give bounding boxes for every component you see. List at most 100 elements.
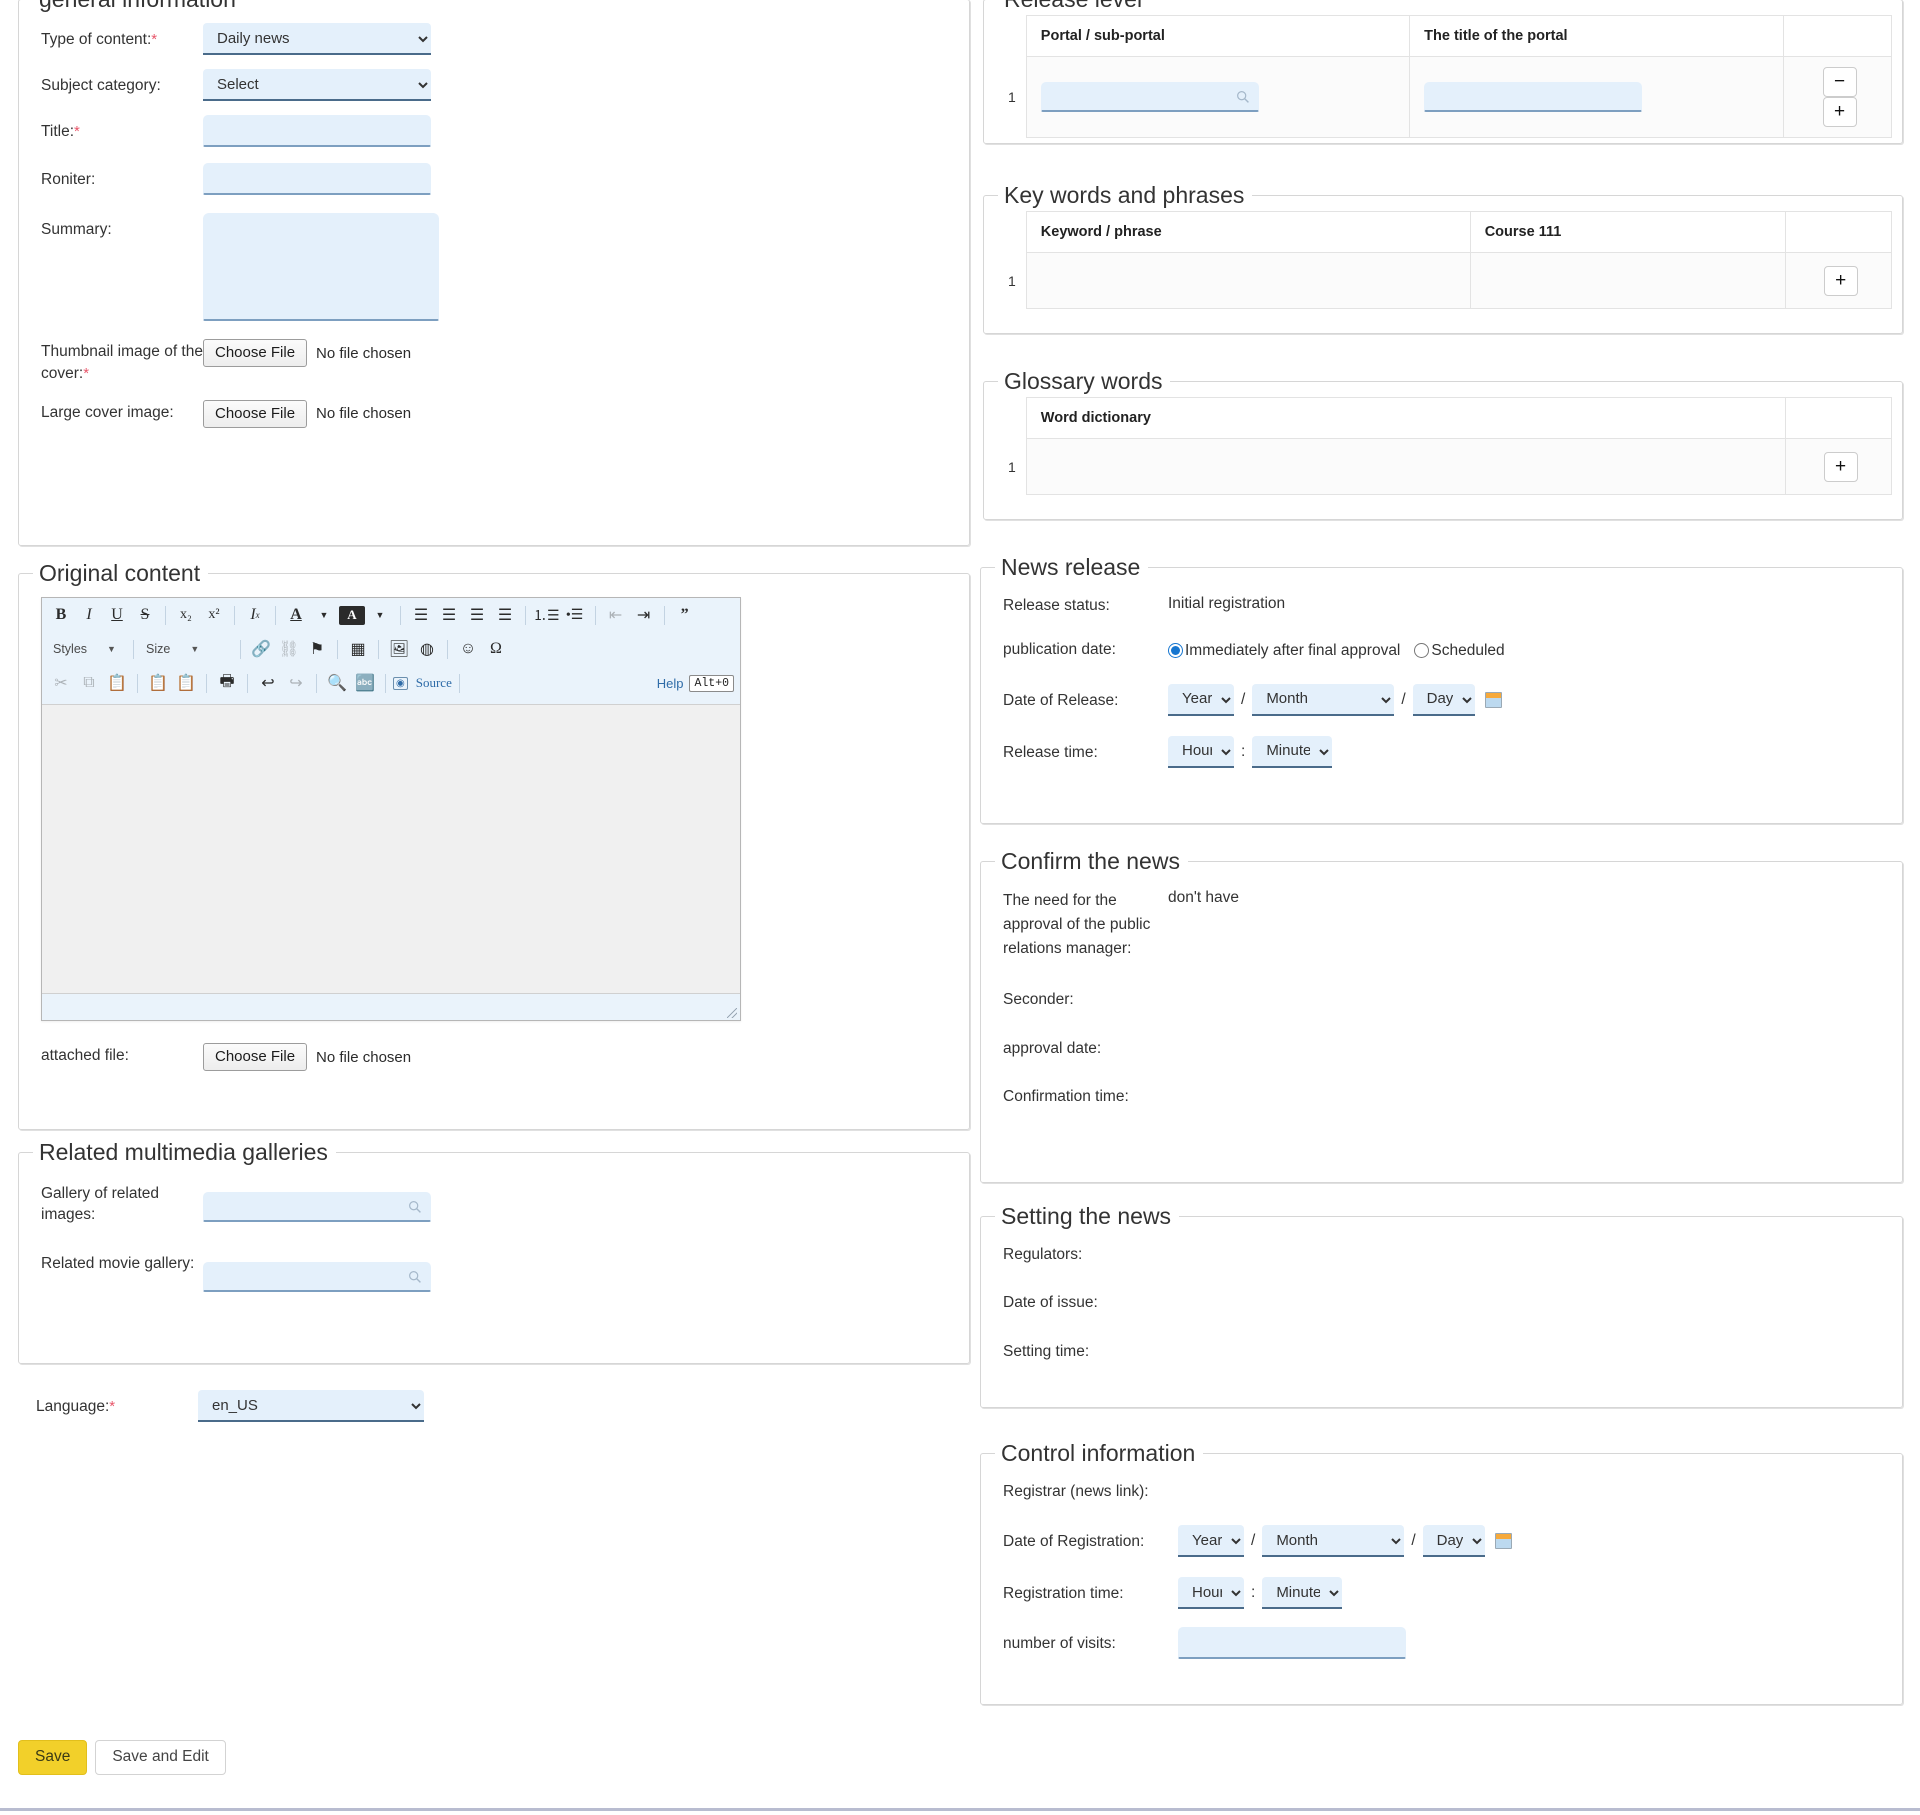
styles-combo[interactable]: Styles ▼ bbox=[48, 637, 120, 661]
bold-icon[interactable]: B bbox=[48, 602, 74, 628]
italic-icon[interactable]: I bbox=[76, 602, 102, 628]
value-number-of-visits bbox=[1178, 1627, 1406, 1660]
label-release-status: Release status: bbox=[1003, 597, 1110, 614]
undo-icon[interactable]: ↩ bbox=[255, 670, 281, 696]
select-subject-category[interactable]: Select bbox=[203, 69, 431, 101]
select-release-minute[interactable]: Minute bbox=[1252, 735, 1333, 768]
select-release-hour[interactable]: Hour bbox=[1168, 735, 1234, 768]
replace-icon[interactable]: 🔤 bbox=[352, 670, 378, 696]
thumbnail-file-status: No file chosen bbox=[316, 344, 412, 362]
size-combo[interactable]: Size ▼ bbox=[141, 637, 227, 661]
input-summary[interactable] bbox=[203, 213, 439, 321]
select-registration-hour[interactable]: Hour bbox=[1178, 1577, 1244, 1610]
blockquote-icon[interactable]: ” bbox=[672, 602, 698, 628]
increase-indent-icon[interactable]: ⇥ bbox=[631, 602, 657, 628]
input-related-movie-gallery[interactable] bbox=[203, 1261, 431, 1292]
search-related-movie-gallery[interactable] bbox=[203, 1261, 431, 1292]
radio-scheduled[interactable] bbox=[1414, 643, 1430, 659]
source-button[interactable]: ◉ Source bbox=[393, 670, 452, 696]
align-right-icon[interactable]: ☰ bbox=[464, 602, 490, 628]
select-registration-year[interactable]: Year bbox=[1178, 1525, 1244, 1558]
add-row-button[interactable]: + bbox=[1823, 265, 1858, 296]
large-cover-choose-file-button[interactable]: Choose File bbox=[203, 399, 308, 428]
label-scheduled[interactable]: Scheduled bbox=[1431, 642, 1504, 660]
cell-actions: − + bbox=[1783, 56, 1892, 138]
chevron-down-icon[interactable]: ▼ bbox=[367, 602, 393, 628]
strikethrough-icon[interactable]: S bbox=[132, 602, 158, 628]
select-release-day[interactable]: Day bbox=[1412, 683, 1475, 716]
decrease-indent-icon[interactable]: ⇤ bbox=[603, 602, 629, 628]
anchor-flag-icon[interactable]: ⚑ bbox=[304, 636, 330, 662]
chevron-down-icon[interactable]: ▼ bbox=[311, 602, 337, 628]
select-registration-day[interactable]: Day bbox=[1422, 1525, 1485, 1558]
background-color-icon[interactable]: A bbox=[339, 605, 365, 625]
paste-as-plain-text-icon[interactable]: 📋 bbox=[145, 670, 171, 696]
select-release-month[interactable]: Month bbox=[1252, 683, 1395, 716]
bulleted-list-icon[interactable]: •☰ bbox=[562, 602, 588, 628]
input-portal-title[interactable] bbox=[1424, 82, 1643, 112]
cell-word-dictionary[interactable] bbox=[1025, 438, 1787, 495]
media-embed-icon[interactable]: ◍ bbox=[414, 636, 440, 662]
align-justify-icon[interactable]: ☰ bbox=[492, 602, 518, 628]
toolbar-separator bbox=[316, 673, 317, 693]
calendar-icon[interactable] bbox=[1494, 1533, 1512, 1550]
save-and-edit-button[interactable]: Save and Edit bbox=[95, 1740, 226, 1775]
calendar-icon[interactable] bbox=[1484, 691, 1502, 708]
save-button[interactable]: Save bbox=[18, 1740, 88, 1775]
th-course: Course 111 bbox=[1469, 211, 1787, 253]
panel-news-release: News release Release status: Initial reg… bbox=[980, 554, 1903, 824]
table-icon[interactable]: ▦ bbox=[345, 636, 371, 662]
unlink-icon[interactable]: ⛓ bbox=[276, 636, 302, 662]
print-icon[interactable]: 🖶 bbox=[214, 670, 240, 696]
cell-keyword[interactable] bbox=[1025, 252, 1471, 309]
smiley-icon[interactable]: ☺ bbox=[455, 636, 481, 662]
input-roniter[interactable] bbox=[203, 163, 431, 195]
add-row-button[interactable]: + bbox=[1822, 97, 1857, 127]
cell-course[interactable] bbox=[1469, 252, 1787, 309]
editor-help[interactable]: Help Alt+0 bbox=[657, 674, 734, 692]
row-publication-date: publication date: Immediately after fina… bbox=[1003, 639, 1880, 661]
copy-icon[interactable]: ⧉ bbox=[76, 670, 102, 696]
date-separator: / bbox=[1411, 1532, 1416, 1550]
input-title[interactable] bbox=[203, 115, 431, 147]
label-date-of-issue: Date of issue: bbox=[1003, 1294, 1098, 1312]
input-gallery-of-related-images[interactable] bbox=[203, 1192, 431, 1222]
find-icon[interactable]: 🔍 bbox=[324, 670, 350, 696]
paste-from-word-icon[interactable]: 📋 bbox=[173, 670, 199, 696]
add-row-button[interactable]: + bbox=[1823, 451, 1858, 482]
editor-content-area[interactable] bbox=[42, 704, 740, 994]
select-language[interactable]: en_US bbox=[198, 1390, 424, 1422]
align-left-icon[interactable]: ☰ bbox=[408, 602, 434, 628]
text-color-icon[interactable]: A bbox=[283, 602, 309, 628]
paste-icon[interactable]: 📋 bbox=[104, 670, 130, 696]
cut-icon[interactable]: ✂ bbox=[48, 670, 74, 696]
subscript-icon[interactable]: x₂ bbox=[173, 602, 199, 628]
attached-file-choose-file-button[interactable]: Choose File bbox=[203, 1043, 308, 1071]
special-character-icon[interactable]: Ω bbox=[483, 636, 509, 662]
underline-icon[interactable]: U bbox=[104, 602, 130, 628]
select-release-year[interactable]: Year bbox=[1168, 683, 1234, 716]
search-gallery-of-related-images[interactable] bbox=[203, 1192, 431, 1222]
select-type-of-content[interactable]: Daily news bbox=[203, 23, 431, 55]
redo-icon[interactable]: ↪ bbox=[283, 670, 309, 696]
radio-immediately-after-final-approval[interactable] bbox=[1168, 643, 1183, 659]
select-registration-minute[interactable]: Minute bbox=[1262, 1577, 1343, 1610]
image-icon[interactable]: 🖼 bbox=[386, 636, 412, 662]
input-number-of-visits[interactable] bbox=[1178, 1627, 1406, 1660]
numbered-list-icon[interactable]: ⒈☰ bbox=[533, 602, 560, 628]
editor-toolbar-row-1: B I U S x₂ x² Ix A ▼ A ▼ ☰ ☰ ☰ ☰ ⒈☰ •☰ ⇤… bbox=[42, 598, 740, 632]
resize-grip-icon[interactable] bbox=[727, 1008, 737, 1018]
search-portal[interactable] bbox=[1040, 82, 1259, 112]
remove-row-button[interactable]: − bbox=[1822, 67, 1857, 97]
toolbar-separator bbox=[137, 673, 138, 693]
superscript-icon[interactable]: x² bbox=[201, 602, 227, 628]
link-icon[interactable]: 🔗 bbox=[248, 636, 274, 662]
thumbnail-choose-file-button[interactable]: Choose File bbox=[203, 339, 308, 367]
rich-text-editor[interactable]: B I U S x₂ x² Ix A ▼ A ▼ ☰ ☰ ☰ ☰ ⒈☰ •☰ ⇤… bbox=[41, 597, 741, 1021]
select-registration-month[interactable]: Month bbox=[1262, 1525, 1405, 1558]
align-center-icon[interactable]: ☰ bbox=[436, 602, 462, 628]
label-immediately-after-final-approval[interactable]: Immediately after final approval bbox=[1185, 642, 1400, 660]
remove-format-icon[interactable]: Ix bbox=[242, 602, 268, 628]
input-portal[interactable] bbox=[1040, 82, 1259, 112]
row-summary: Summary: bbox=[41, 213, 947, 321]
